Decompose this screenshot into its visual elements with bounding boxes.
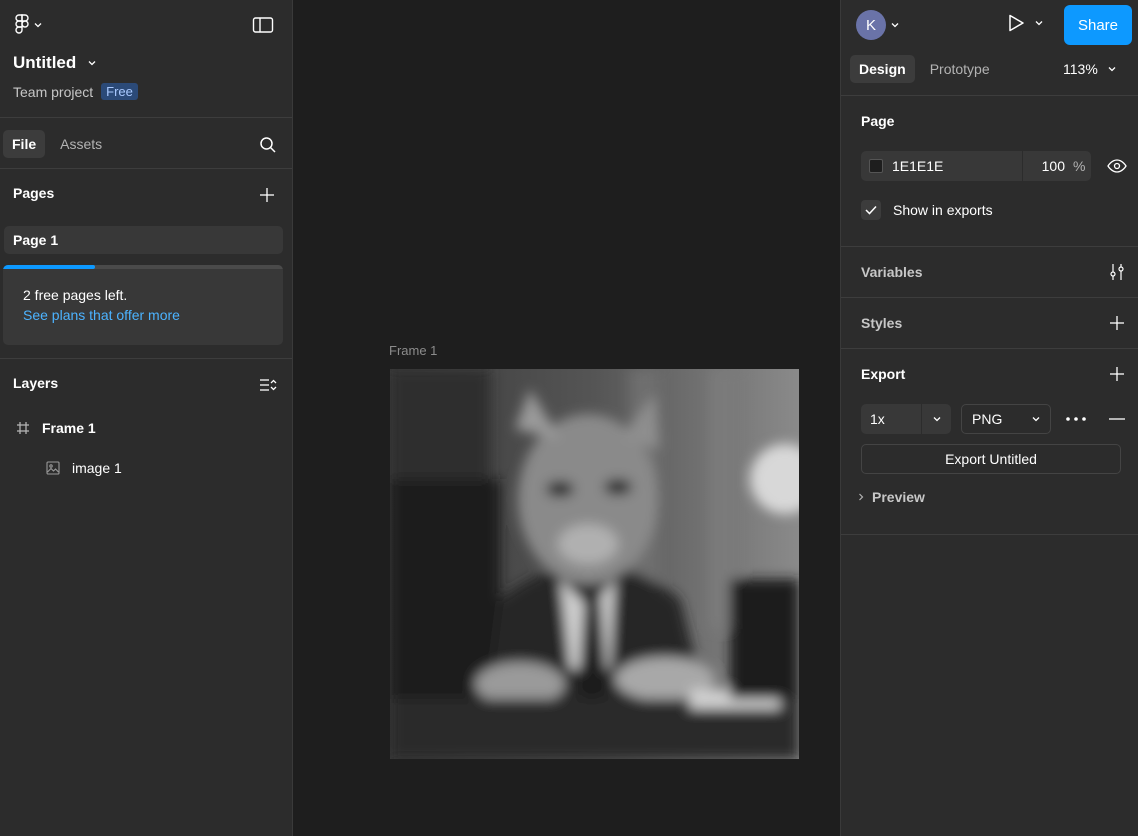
export-scale-value[interactable]: 1x <box>861 411 921 427</box>
field-separator <box>1022 151 1023 181</box>
checkmark-icon <box>865 205 877 215</box>
page-item[interactable]: Page 1 <box>4 226 283 254</box>
export-scale-select[interactable]: 1x <box>861 404 951 434</box>
frame-label[interactable]: Frame 1 <box>389 343 437 358</box>
collapse-layers-icon[interactable] <box>258 375 278 395</box>
remove-export-icon[interactable] <box>1107 409 1127 429</box>
chevron-down-icon <box>891 22 899 28</box>
divider <box>841 246 1138 247</box>
zoom-menu[interactable]: 113% <box>1063 61 1116 77</box>
opacity-unit: % <box>1073 158 1086 174</box>
divider <box>841 534 1138 535</box>
left-panel: Untitled Team project Free File Assets P… <box>0 0 293 836</box>
plan-badge[interactable]: Free <box>101 83 138 100</box>
file-title-button[interactable]: Untitled <box>13 53 96 73</box>
preview-label: Preview <box>872 489 925 505</box>
divider <box>0 117 292 118</box>
present-button[interactable] <box>1007 13 1043 33</box>
chevron-right-icon <box>858 493 864 501</box>
export-format-select[interactable]: PNG <box>961 404 1051 434</box>
mode-tabs: Design Prototype <box>850 55 999 83</box>
pages-heading: Pages <box>13 185 55 201</box>
color-swatch[interactable] <box>869 159 883 173</box>
project-name[interactable]: Team project <box>13 84 93 100</box>
page-bg-opacity-input[interactable]: 100 <box>1033 158 1065 174</box>
image-icon <box>46 461 60 475</box>
tab-prototype[interactable]: Prototype <box>921 55 999 83</box>
preview-toggle[interactable]: Preview <box>858 489 925 505</box>
chevron-down-icon[interactable] <box>1035 20 1043 26</box>
canvas[interactable]: Frame 1 <box>294 0 840 836</box>
show-in-exports-label: Show in exports <box>893 202 993 218</box>
add-style-icon[interactable] <box>1107 313 1127 333</box>
show-in-exports-checkbox[interactable] <box>861 200 881 220</box>
file-title: Untitled <box>13 53 77 72</box>
frame-icon <box>16 421 30 435</box>
eye-icon[interactable] <box>1106 156 1128 176</box>
divider <box>0 168 292 169</box>
figma-logo-icon <box>14 14 30 36</box>
export-format-value: PNG <box>972 411 1003 427</box>
see-plans-link[interactable]: See plans that offer more <box>23 307 180 323</box>
left-tabs: File Assets <box>3 130 111 158</box>
page-item-label: Page 1 <box>13 232 59 248</box>
layer-row-frame[interactable]: Frame 1 <box>16 420 96 436</box>
frame-1[interactable] <box>390 369 799 759</box>
export-button[interactable]: Export Untitled <box>861 444 1121 474</box>
divider <box>841 95 1138 96</box>
chevron-down-icon <box>1032 416 1040 422</box>
page-limit-progress <box>3 265 283 269</box>
chevron-down-icon <box>34 22 42 28</box>
main-menu-button[interactable] <box>14 12 42 38</box>
sidebar-toggle-icon[interactable] <box>251 14 275 36</box>
divider <box>841 297 1138 298</box>
page-limit-card: 2 free pages left. See plans that offer … <box>3 265 283 345</box>
share-button[interactable]: Share <box>1064 5 1132 45</box>
more-options-icon[interactable] <box>1065 409 1087 429</box>
cat-in-suit-image[interactable] <box>390 369 799 759</box>
tab-assets[interactable]: Assets <box>51 130 111 158</box>
add-page-icon[interactable] <box>256 184 278 206</box>
variables-heading[interactable]: Variables <box>861 264 923 280</box>
search-icon[interactable] <box>257 134 279 156</box>
show-in-exports-row[interactable]: Show in exports <box>861 200 993 220</box>
export-heading: Export <box>861 366 906 382</box>
tab-design[interactable]: Design <box>850 55 915 83</box>
add-export-icon[interactable] <box>1107 364 1127 384</box>
tab-file[interactable]: File <box>3 130 46 158</box>
project-info: Team project Free <box>13 83 138 100</box>
play-icon <box>1007 13 1025 33</box>
chevron-down-icon <box>88 60 96 66</box>
user-menu-button[interactable]: K <box>856 10 899 40</box>
chevron-down-icon <box>1108 66 1116 72</box>
page-bg-hex-input[interactable]: 1E1E1E <box>892 158 1022 174</box>
layer-name: image 1 <box>72 460 122 476</box>
right-panel: K Share Design Prototype 113% Page 1E1E1… <box>840 0 1138 836</box>
styles-heading: Styles <box>861 315 903 331</box>
chevron-down-icon[interactable] <box>922 416 951 422</box>
page-section-heading: Page <box>861 113 895 129</box>
page-background-field[interactable]: 1E1E1E 100 % <box>861 151 1091 181</box>
page-limit-progress-fill <box>3 265 96 269</box>
layer-name: Frame 1 <box>42 420 96 436</box>
divider <box>841 348 1138 349</box>
avatar: K <box>856 10 886 40</box>
variables-sliders-icon[interactable] <box>1107 262 1127 282</box>
layer-row-image[interactable]: image 1 <box>46 460 122 476</box>
zoom-level: 113% <box>1063 61 1098 77</box>
layers-heading: Layers <box>13 375 59 391</box>
divider <box>0 358 292 359</box>
page-limit-message: 2 free pages left. <box>23 287 128 303</box>
